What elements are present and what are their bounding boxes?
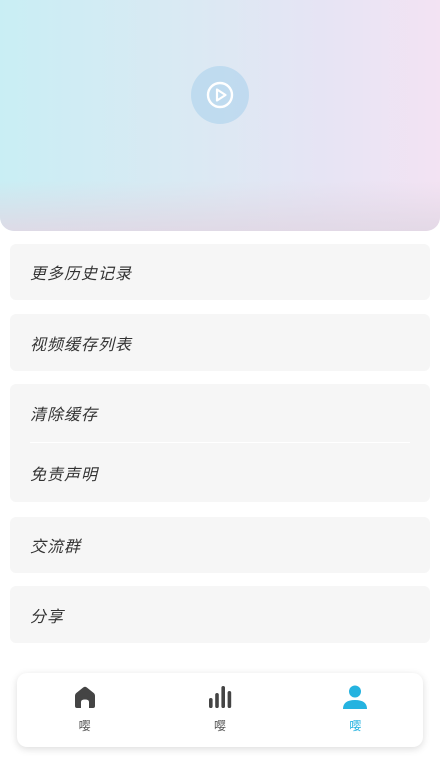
tab-label-stats: 嘤: [213, 719, 226, 733]
share-card[interactable]: 分享: [10, 586, 430, 643]
bar-chart-icon: [208, 686, 232, 708]
tab-home[interactable]: 嘤: [17, 673, 152, 747]
home-icon: [74, 686, 95, 708]
play-button[interactable]: [191, 66, 249, 124]
group-card[interactable]: 交流群: [10, 517, 430, 573]
video-banner[interactable]: [0, 0, 440, 231]
settings-group-card: 清除缓存 免责声明: [10, 384, 430, 502]
bottom-tab-bar: 嘤 嘤 嘤: [17, 673, 423, 747]
clear-cache-item[interactable]: 清除缓存: [10, 384, 430, 442]
play-circle-icon: [206, 81, 234, 109]
disclaimer-item[interactable]: 免责声明: [10, 443, 430, 502]
tab-label-profile: 嘤: [349, 719, 362, 733]
history-item[interactable]: 更多历史记录: [10, 244, 430, 300]
user-icon: [343, 685, 368, 709]
history-card[interactable]: 更多历史记录: [10, 244, 430, 300]
share-item[interactable]: 分享: [10, 586, 430, 643]
tab-profile[interactable]: 嘤: [288, 673, 423, 747]
tab-label-home: 嘤: [78, 719, 91, 733]
tab-stats[interactable]: 嘤: [152, 673, 287, 747]
cache-list-item[interactable]: 视频缓存列表: [10, 314, 430, 371]
cache-list-card[interactable]: 视频缓存列表: [10, 314, 430, 371]
group-item[interactable]: 交流群: [10, 517, 430, 573]
